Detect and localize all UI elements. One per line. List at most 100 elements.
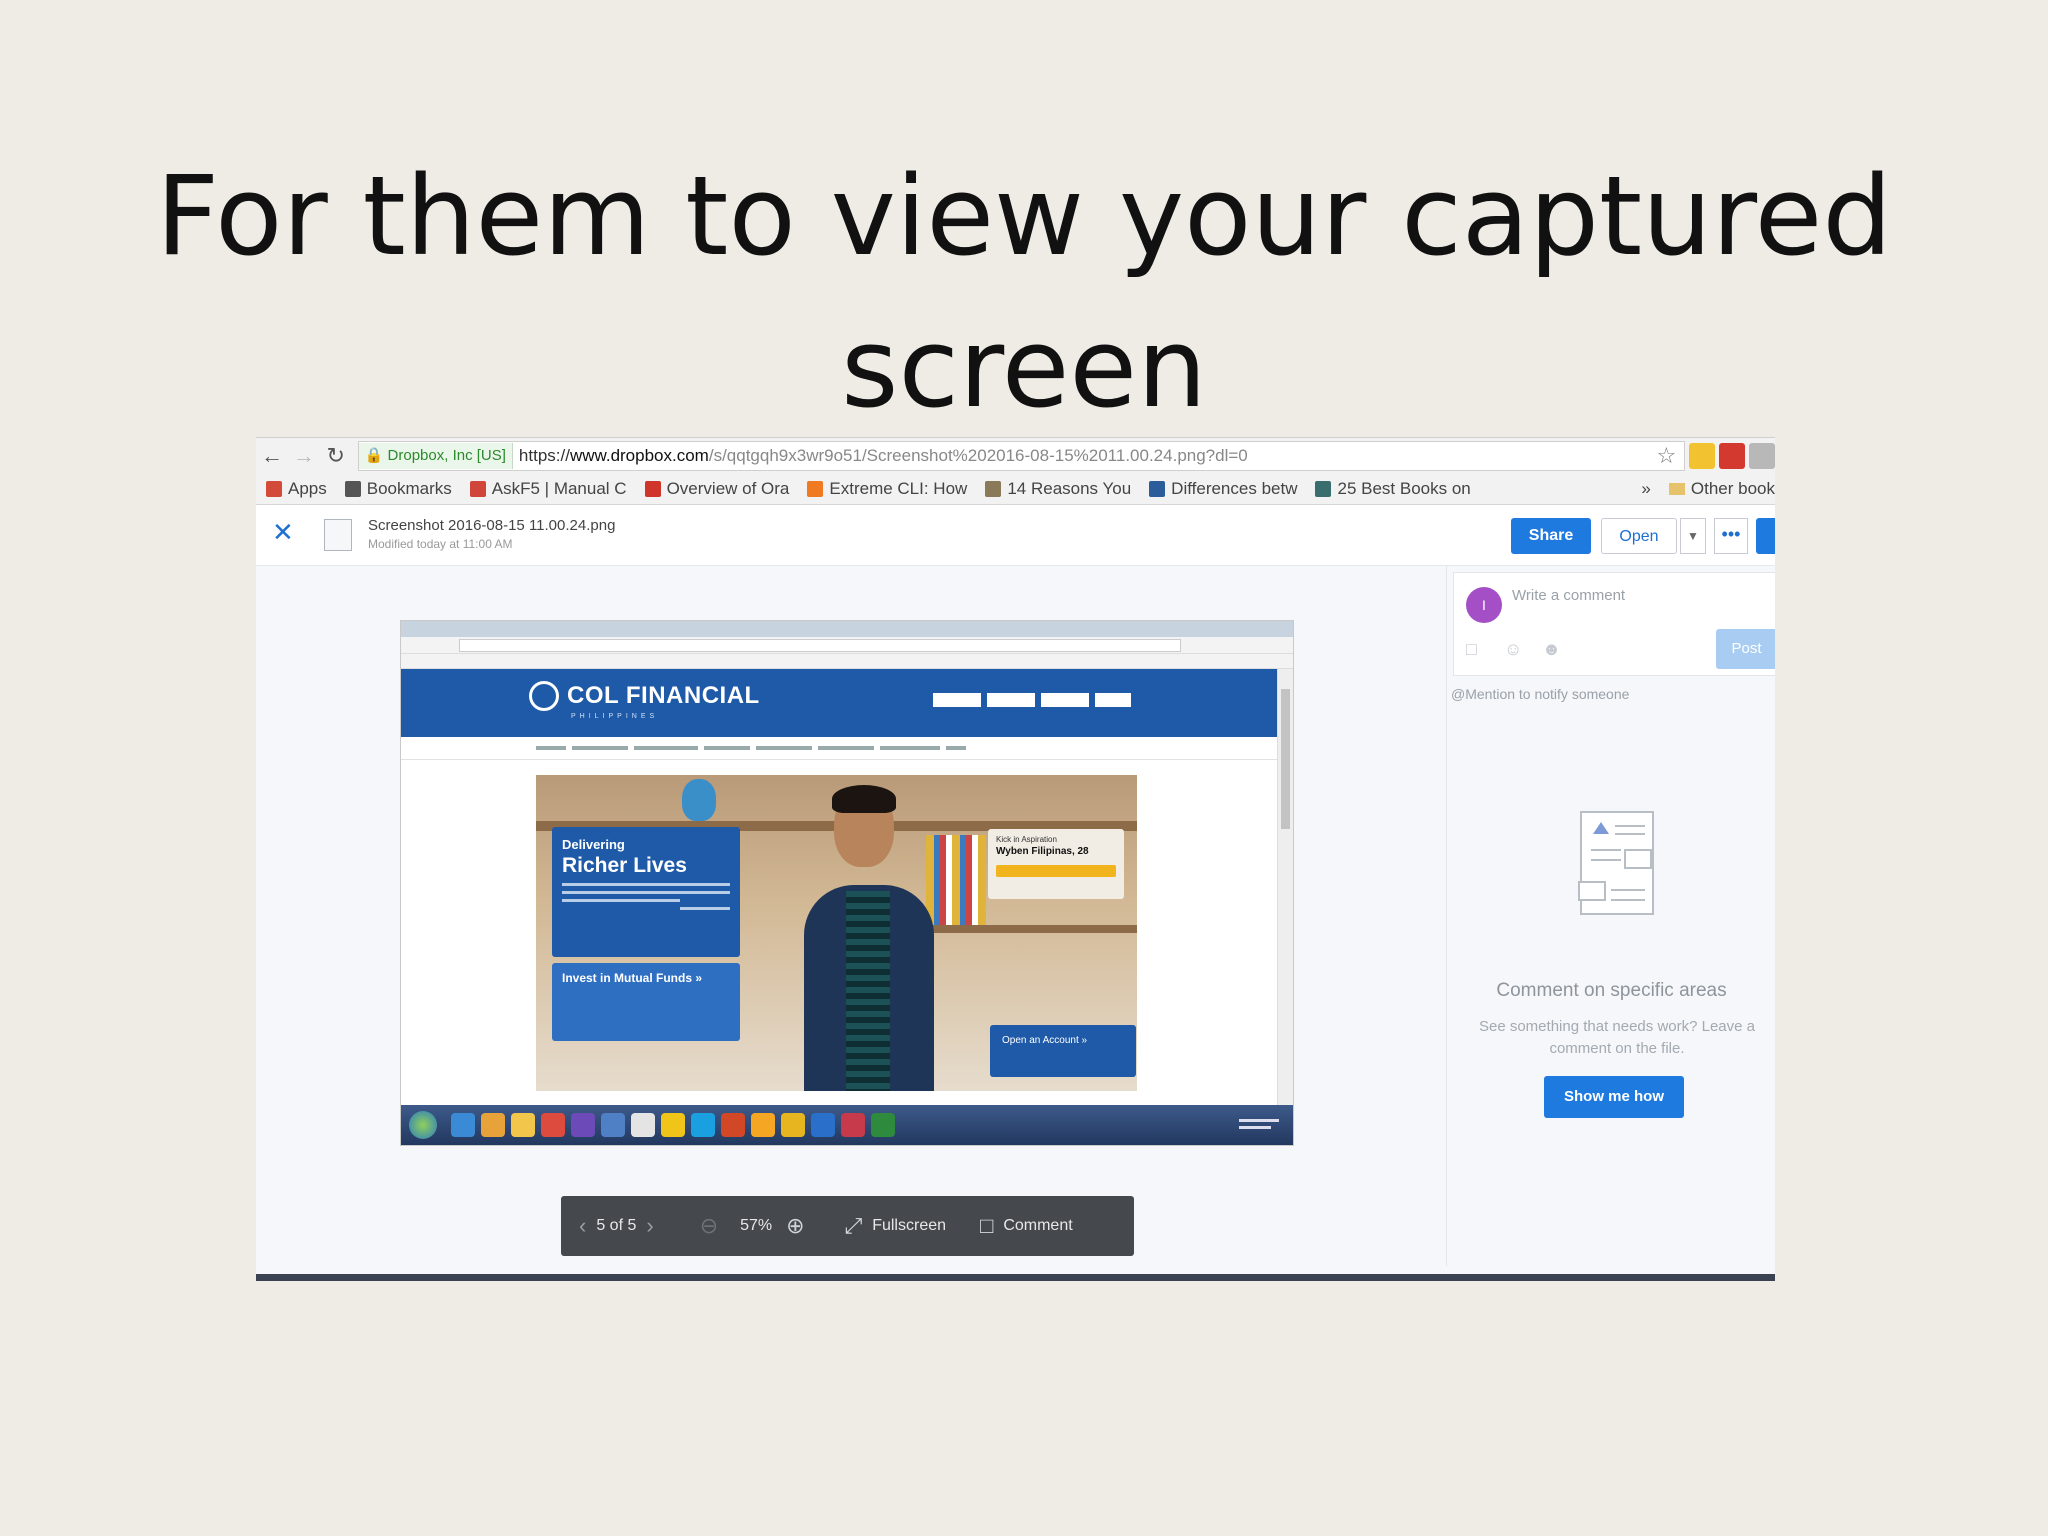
chevron-left-icon[interactable]: ‹ [579,1213,586,1239]
bookmark-item[interactable]: AskF5 | Manual C [469,479,627,499]
empty-state-title: Comment on specific areas [1496,980,1727,1001]
bookmarks-overflow-icon[interactable]: » [1641,479,1650,499]
bookmark-item[interactable]: Bookmarks [344,479,452,499]
richer-lives-card: Delivering Richer Lives [552,827,740,957]
bookmark-label: 14 Reasons You [1007,479,1132,498]
zoom-level: 57% [740,1217,773,1234]
col-header: COL FINANCIAL PHILIPPINES [401,669,1277,737]
inner-scrollbar [1277,669,1293,1105]
bookmark-label: Extreme CLI: How [829,479,968,498]
comment-tools: □ ☺ ☻ [1466,639,1580,661]
bookmark-item[interactable]: Differences betw [1149,479,1297,499]
extension-icon-2[interactable] [1719,443,1746,469]
extension-icon-1[interactable] [1689,443,1716,469]
star-icon [344,481,361,497]
kick-in-aspiration-card: Kick in Aspiration Wyben Filipinas, 28 [988,829,1124,899]
bookmark-star-icon[interactable]: ☆ [1657,443,1677,469]
empty-state-description: See something that needs work? Leave a c… [1478,1018,1755,1057]
slide-title-line-1: For them to view your captured [155,152,1893,280]
reload-icon[interactable]: ↻ [320,443,352,469]
taskbar-clock [1239,1115,1279,1133]
oracle-icon [644,481,661,497]
bookmark-item[interactable]: 25 Best Books on [1315,479,1471,499]
post-button[interactable]: Post [1716,629,1775,669]
zoom-out-icon[interactable]: ⊖ [700,1213,718,1239]
col-brand-sub: PHILIPPINES [571,713,659,720]
books-illustration [926,835,986,925]
browser-address-bar: ← → ↻ 🔒 Dropbox, Inc [US] https://www.dr… [256,438,1775,474]
col-nav [401,737,1277,760]
sidebar-toggle-button[interactable] [1756,518,1775,554]
forward-arrow-icon[interactable]: → [288,443,320,469]
other-bookmarks-button[interactable]: Other book [1691,479,1775,499]
extension-icon-3[interactable] [1749,443,1775,469]
zoom-in-icon[interactable]: ⊕ [786,1213,804,1239]
mutual-funds-card: Invest in Mutual Funds » [552,963,740,1041]
hero-banner: Delivering Richer Lives Invest in Mutual… [536,775,1137,1091]
comment-composer: I Write a comment □ ☺ ☻ Post [1453,572,1775,676]
screen-bottom-edge [256,1274,1775,1281]
f5-icon [469,481,486,497]
captured-screenshot-image[interactable]: COL FINANCIAL PHILIPPINES Delivering Ric… [400,620,1294,1146]
document-comment-icon [1578,811,1654,915]
comment-button[interactable]: □ Comment [980,1213,1073,1239]
open-account-label: Open an Account » [1002,1035,1088,1046]
back-arrow-icon[interactable]: ← [256,443,288,469]
bookmark-item[interactable]: Extreme CLI: How [807,479,967,499]
bookmarks-right: » Other book [1641,479,1775,499]
url-path: /s/qqtgqh9x3wr9o51/Screenshot%202016-08-… [708,446,1248,465]
start-orb-icon [409,1111,437,1139]
bookmark-item[interactable]: 14 Reasons You [985,479,1131,499]
more-button[interactable]: ••• [1714,518,1748,554]
bookmark-label: Bookmarks [366,479,452,498]
folder-icon [1668,483,1685,495]
image-file-icon [324,519,352,551]
slide-title-line-2: screen [841,304,1207,432]
comment-label: Comment [1003,1217,1073,1234]
fullscreen-label: Fullscreen [872,1217,947,1234]
figure-icon [985,481,1002,497]
bookmark-label: Apps [288,479,327,498]
kick-label: Kick in Aspiration [996,835,1057,844]
bookmark-item[interactable]: Apps [266,479,327,499]
login-fields [933,693,1137,707]
page-indicator: 5 of 5 [596,1217,637,1234]
show-me-how-button[interactable]: Show me how [1544,1076,1684,1118]
dropbox-file-header: ✕ Screenshot 2016-08-15 11.00.24.png Mod… [256,505,1775,566]
bookmark-label: 25 Best Books on [1337,479,1471,498]
col-ring-icon [529,681,559,711]
hero-kicker: Delivering [562,837,625,852]
open-account-card: Open an Account » [990,1025,1136,1077]
vase-illustration [682,779,716,821]
bookmark-item[interactable]: Overview of Ora [644,479,790,499]
annotate-icon[interactable]: □ [1466,639,1488,661]
comment-input[interactable]: Write a comment [1512,587,1625,604]
chevron-down-icon[interactable]: ▼ [1680,518,1706,554]
secure-badge[interactable]: 🔒 Dropbox, Inc [US] [358,443,513,469]
url-prefix: https:// [518,446,570,465]
hero-headline: Richer Lives [562,854,687,877]
open-button[interactable]: Open [1601,518,1677,554]
share-button[interactable]: Share [1511,518,1591,554]
inner-browser-tabs [401,621,1293,637]
url-host: www.dropbox.com [569,446,709,465]
windows-taskbar [401,1105,1293,1145]
mention-hint: @Mention to notify someone [1451,686,1630,702]
kick-name: Wyben Filipinas, 28 [996,846,1089,857]
bookmarks-bar: Apps Bookmarks AskF5 | Manual C Overview of… [256,474,1775,505]
bookmark-label: Overview of Ora [666,479,790,498]
url-omnibox[interactable]: 🔒 Dropbox, Inc [US] https://www.dropbox.… [357,441,1686,471]
fullscreen-button[interactable]: ⤢ Fullscreen [845,1213,946,1239]
close-icon[interactable]: ✕ [272,517,294,548]
mutual-funds-label: Invest in Mutual Funds » [562,971,703,985]
mention-icon[interactable]: ☻ [1542,639,1564,661]
viewer-toolbar: ‹ 5 of 5 › ⊖ 57% ⊕ ⤢ Fullscreen □ Commen… [561,1196,1134,1256]
bookmark-label: AskF5 | Manual C [491,479,627,498]
chevron-right-icon[interactable]: › [646,1213,653,1239]
inner-address-bar [401,637,1293,654]
book-icon [1315,481,1332,497]
file-name: Screenshot 2016-08-15 11.00.24.png [368,517,616,534]
emoji-icon[interactable]: ☺ [1504,639,1526,661]
inner-bookmarks-bar [401,654,1293,669]
secure-label: Dropbox, Inc [US] [387,447,506,464]
